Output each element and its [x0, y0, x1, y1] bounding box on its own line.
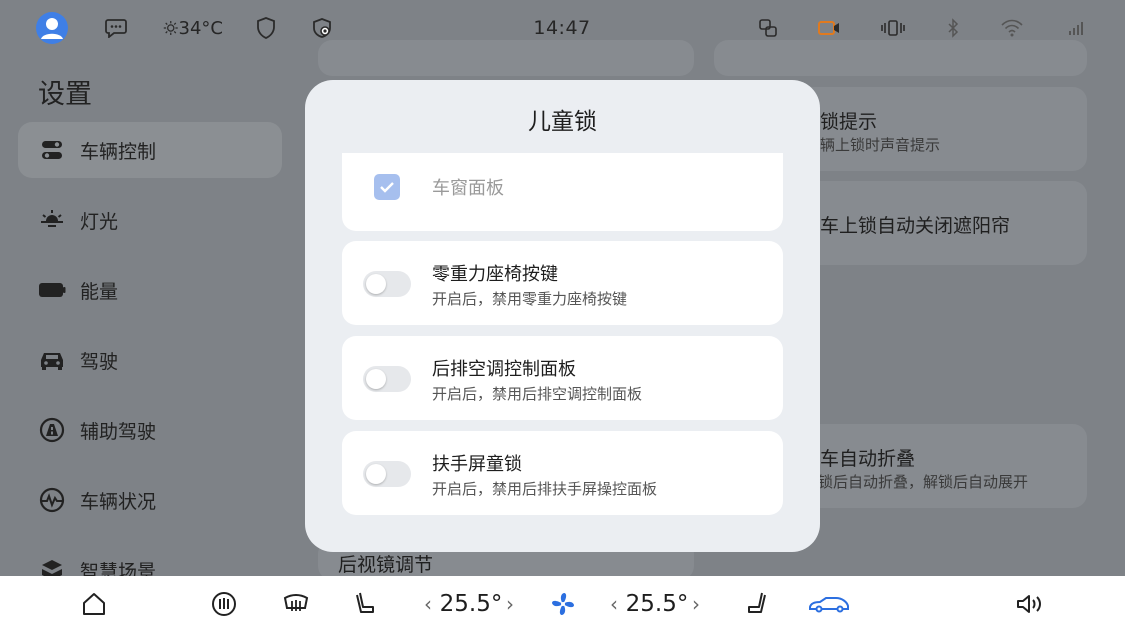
- background-card: [714, 40, 1087, 76]
- battery-icon: [38, 276, 66, 304]
- sidebar-item-vehicle-status[interactable]: 车辆状况: [18, 472, 282, 528]
- sidebar-item-light[interactable]: 灯光: [18, 192, 282, 248]
- lock-hint-sub: 辆上锁时声音提示: [820, 136, 941, 154]
- sidebar-item-label: 车辆状况: [80, 490, 157, 513]
- seat-left-icon[interactable]: [352, 576, 380, 632]
- zero-gravity-seat-option: 零重力座椅按键 开启后，禁用零重力座椅按键: [342, 241, 783, 325]
- page-title: 设置: [38, 79, 92, 110]
- light-icon: [38, 206, 66, 234]
- car-icon: [38, 346, 66, 374]
- mirror-adjust-title: 后视镜调节: [338, 554, 434, 576]
- sidebar-item-label: 车辆控制: [80, 140, 157, 163]
- sidebar-item-energy[interactable]: 能量: [18, 262, 282, 318]
- left-temperature: 25.5°: [439, 591, 503, 617]
- sidebar-item-label: 灯光: [80, 210, 119, 233]
- window-panel-checkbox[interactable]: [374, 174, 400, 200]
- rear-ac-panel-option: 后排空调控制面板 开启后，禁用后排空调控制面板: [342, 336, 783, 420]
- option-desc: 开启后，禁用后排扶手屏操控面板: [432, 480, 658, 498]
- rear-ac-panel-toggle[interactable]: [363, 366, 411, 392]
- option-title: 扶手屏童锁: [432, 454, 522, 475]
- child-lock-dialog: 儿童锁 车窗面板 零重力座椅按键 开启后，禁用零重力座椅按键 后排空调控制面板 …: [305, 80, 820, 552]
- toggle-knob: [366, 464, 386, 484]
- user-icon: [41, 18, 63, 39]
- shield-icon[interactable]: [254, 12, 278, 44]
- toggle-knob: [366, 369, 386, 389]
- sidebar-item-vehicle-control[interactable]: 车辆控制: [18, 122, 282, 178]
- armrest-screen-lock-option: 扶手屏童锁 开启后，禁用后排扶手屏操控面板: [342, 431, 783, 515]
- assist-driving-icon: [38, 416, 66, 444]
- sidebar-item-label: 能量: [80, 280, 119, 303]
- vehicle-control-icon: [38, 136, 66, 164]
- right-temp-increase[interactable]: ›: [686, 576, 706, 632]
- zero-gravity-seat-toggle[interactable]: [363, 271, 411, 297]
- car-control-icon[interactable]: [806, 576, 852, 632]
- option-desc: 开启后，禁用零重力座椅按键: [432, 290, 628, 308]
- window-panel-option[interactable]: 车窗面板: [342, 153, 783, 231]
- rear-defrost-icon[interactable]: [280, 576, 312, 632]
- sunshade-title: 车上锁自动关闭遮阳帘: [820, 215, 1011, 237]
- avatar[interactable]: [36, 12, 68, 44]
- check-icon: [380, 182, 394, 193]
- weather-widget[interactable]: 34°C: [163, 12, 223, 44]
- left-temp-decrease[interactable]: ‹: [418, 576, 438, 632]
- message-icon[interactable]: [102, 12, 130, 44]
- right-temp-decrease[interactable]: ‹: [604, 576, 624, 632]
- toggle-knob: [366, 274, 386, 294]
- vehicle-status-icon: [38, 486, 66, 514]
- volume-icon[interactable]: [1012, 576, 1048, 632]
- option-title: 零重力座椅按键: [432, 264, 558, 285]
- right-temperature: 25.5°: [625, 591, 689, 617]
- left-temp-increase[interactable]: ›: [500, 576, 520, 632]
- dialog-title: 儿童锁: [528, 109, 597, 135]
- background-card: [318, 40, 694, 76]
- window-panel-label: 车窗面板: [432, 178, 504, 199]
- armrest-screen-lock-toggle[interactable]: [363, 461, 411, 487]
- sun-icon: [163, 21, 178, 35]
- sidebar-item-assist-driving[interactable]: 辅助驾驶: [18, 402, 282, 458]
- option-desc: 开启后，禁用后排空调控制面板: [432, 385, 643, 403]
- front-defrost-icon[interactable]: [208, 576, 240, 632]
- temperature-text: 34°C: [178, 17, 223, 39]
- sidebar-item-label: 驾驶: [80, 350, 119, 373]
- mirror-fold-sub: 锁后自动折叠，解锁后自动展开: [818, 473, 1029, 491]
- bottom-dock: ‹ 25.5° › ‹ 25.5° ›: [0, 576, 1125, 632]
- seat-right-icon[interactable]: [742, 576, 770, 632]
- fan-icon[interactable]: [546, 576, 580, 632]
- home-icon[interactable]: [78, 576, 110, 632]
- sidebar-item-label: 辅助驾驶: [80, 420, 157, 443]
- sidebar-item-driving[interactable]: 驾驶: [18, 332, 282, 388]
- mirror-fold-title: 车自动折叠: [820, 448, 916, 470]
- option-title: 后排空调控制面板: [432, 359, 576, 380]
- lock-hint-title: 锁提示: [820, 111, 878, 133]
